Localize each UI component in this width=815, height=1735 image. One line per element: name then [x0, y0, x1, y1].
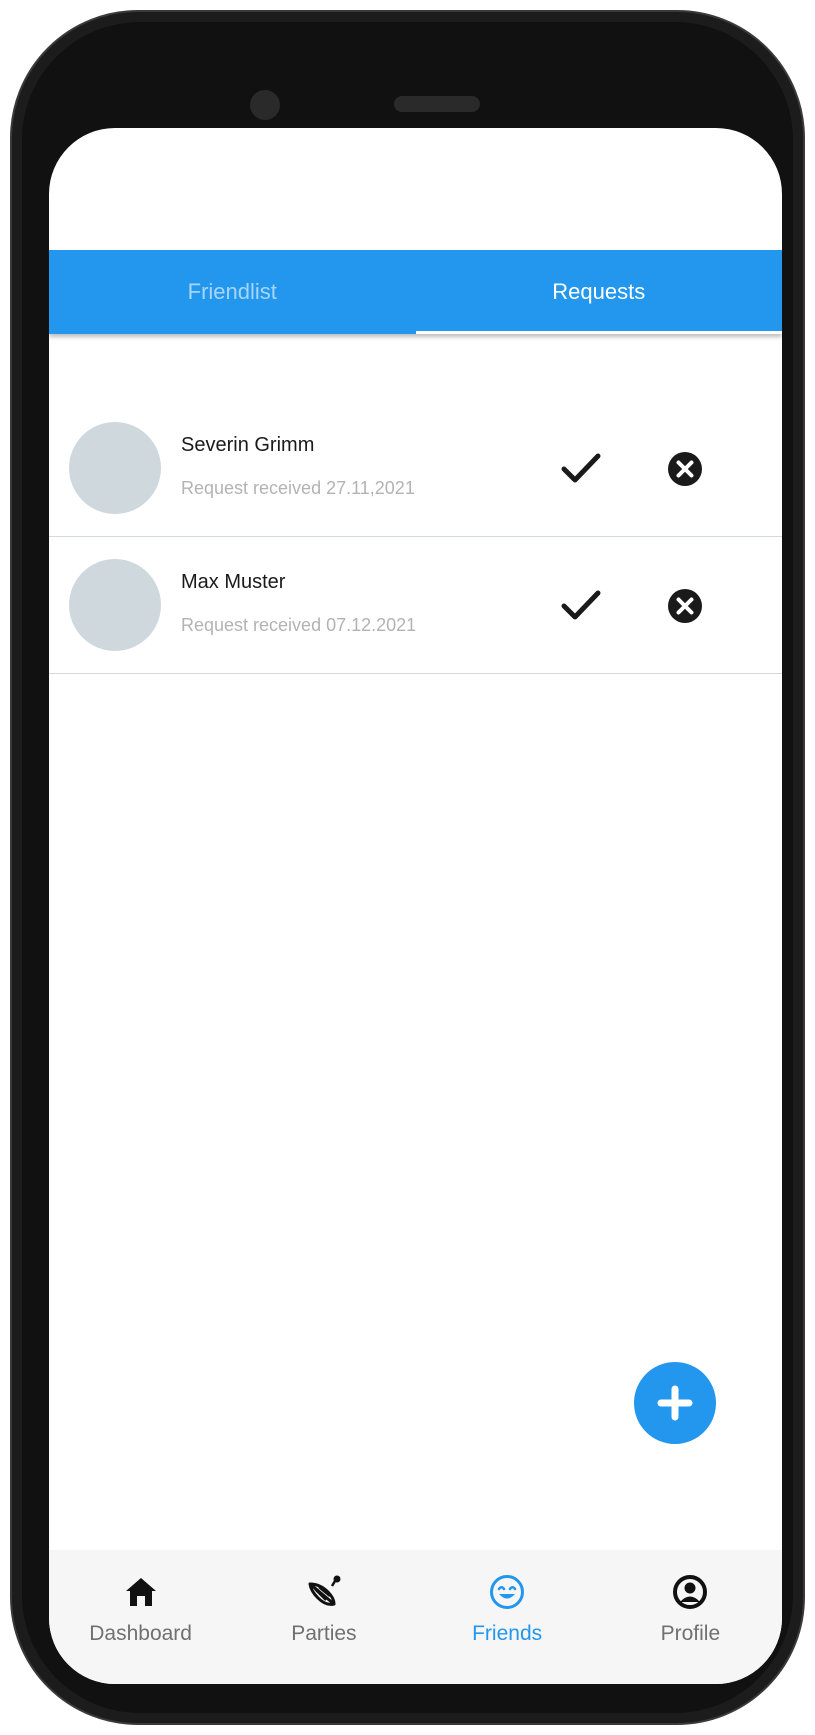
nav-label: Dashboard — [89, 1622, 192, 1645]
party-hat-icon — [304, 1572, 344, 1612]
list-item: Severin Grimm Request received 27.11,202… — [49, 400, 782, 537]
avatar — [69, 422, 161, 514]
tab-bar: Friendlist Requests — [49, 250, 782, 334]
close-circle-icon — [668, 589, 702, 623]
request-name: Severin Grimm — [181, 434, 315, 456]
user-circle-icon — [670, 1572, 710, 1612]
list-item: Max Muster Request received 07.12.2021 — [49, 537, 782, 674]
speaker-grille — [394, 96, 480, 112]
nav-parties[interactable]: Parties — [232, 1550, 415, 1684]
accept-request-button[interactable] — [557, 581, 605, 629]
avatar — [69, 559, 161, 651]
nav-label: Profile — [660, 1622, 721, 1645]
close-circle-icon — [668, 452, 702, 486]
request-name: Max Muster — [181, 571, 286, 593]
bottom-navigation: Dashboard Parties Friends Profile — [49, 1550, 782, 1684]
add-friend-button[interactable] — [634, 1362, 716, 1444]
nav-friends[interactable]: Friends — [416, 1550, 599, 1684]
tab-requests[interactable]: Requests — [415, 250, 783, 334]
accept-request-button[interactable] — [557, 444, 605, 492]
camera-icon — [250, 90, 280, 120]
tab-friendlist[interactable]: Friendlist — [49, 250, 416, 334]
smile-icon — [487, 1572, 527, 1612]
nav-label: Parties — [291, 1622, 357, 1645]
request-date: Request received 07.12.2021 — [181, 615, 417, 635]
check-icon — [561, 590, 601, 620]
nav-dashboard[interactable]: Dashboard — [49, 1550, 232, 1684]
check-icon — [561, 453, 601, 483]
plus-icon — [657, 1385, 693, 1421]
request-date: Request received 27.11,2021 — [181, 478, 415, 498]
app-screen: Friendlist Requests Severin Grimm Reques… — [49, 128, 782, 1684]
nav-label: Friends — [472, 1622, 543, 1645]
nav-profile[interactable]: Profile — [599, 1550, 782, 1684]
home-icon — [121, 1572, 161, 1612]
decline-request-button[interactable] — [663, 447, 707, 491]
request-list: Severin Grimm Request received 27.11,202… — [49, 400, 782, 674]
decline-request-button[interactable] — [663, 584, 707, 628]
